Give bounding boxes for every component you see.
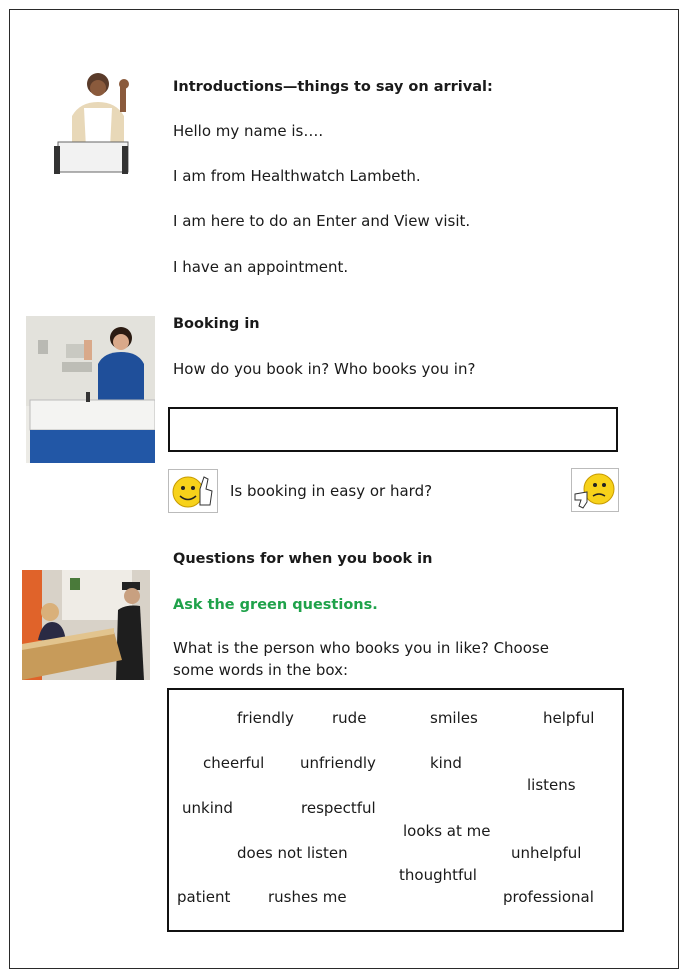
easy-or-hard-question: Is booking in easy or hard? <box>230 482 433 500</box>
word-unkind[interactable]: unkind <box>182 799 233 817</box>
receptionist-photo <box>26 316 155 463</box>
reception-desk-photo <box>22 570 150 680</box>
word-respectful[interactable]: respectful <box>301 799 376 817</box>
waving-person-photo <box>50 68 132 176</box>
word-friendly[interactable]: friendly <box>237 709 294 727</box>
booking-heading: Booking in <box>173 316 260 332</box>
booking-question: How do you book in? Who books you in? <box>173 360 476 378</box>
word-smiles[interactable]: smiles <box>430 709 478 727</box>
word-looks-at-me[interactable]: looks at me <box>403 822 490 840</box>
thumbs-up-emoji-icon <box>168 469 218 513</box>
word-rushes-me[interactable]: rushes me <box>268 888 347 906</box>
thinking-emoji-icon <box>571 468 619 512</box>
word-unhelpful[interactable]: unhelpful <box>511 844 581 862</box>
word-patient[interactable]: patient <box>177 888 230 906</box>
questions-heading: Questions for when you book in <box>173 551 433 567</box>
intro-line: Hello my name is…. <box>173 122 324 140</box>
word-cheerful[interactable]: cheerful <box>203 754 264 772</box>
word-rude[interactable]: rude <box>332 709 366 727</box>
intro-line: I am from Healthwatch Lambeth. <box>173 167 421 185</box>
word-does-not-listen[interactable]: does not listen <box>237 844 348 862</box>
questions-prompt-line2: some words in the box: <box>173 661 349 679</box>
intro-line: I am here to do an Enter and View visit. <box>173 212 471 230</box>
word-kind[interactable]: kind <box>430 754 462 772</box>
questions-prompt-line1: What is the person who books you in like… <box>173 639 549 657</box>
word-unfriendly[interactable]: unfriendly <box>300 754 376 772</box>
intro-heading: Introductions—things to say on arrival: <box>173 79 493 95</box>
intro-line: I have an appointment. <box>173 258 349 276</box>
word-helpful[interactable]: helpful <box>543 709 594 727</box>
word-listens[interactable]: listens <box>527 776 576 794</box>
word-thoughtful[interactable]: thoughtful <box>399 866 477 884</box>
green-prompt: Ask the green questions. <box>173 597 378 613</box>
answer-box[interactable] <box>168 407 618 452</box>
word-professional[interactable]: professional <box>503 888 594 906</box>
